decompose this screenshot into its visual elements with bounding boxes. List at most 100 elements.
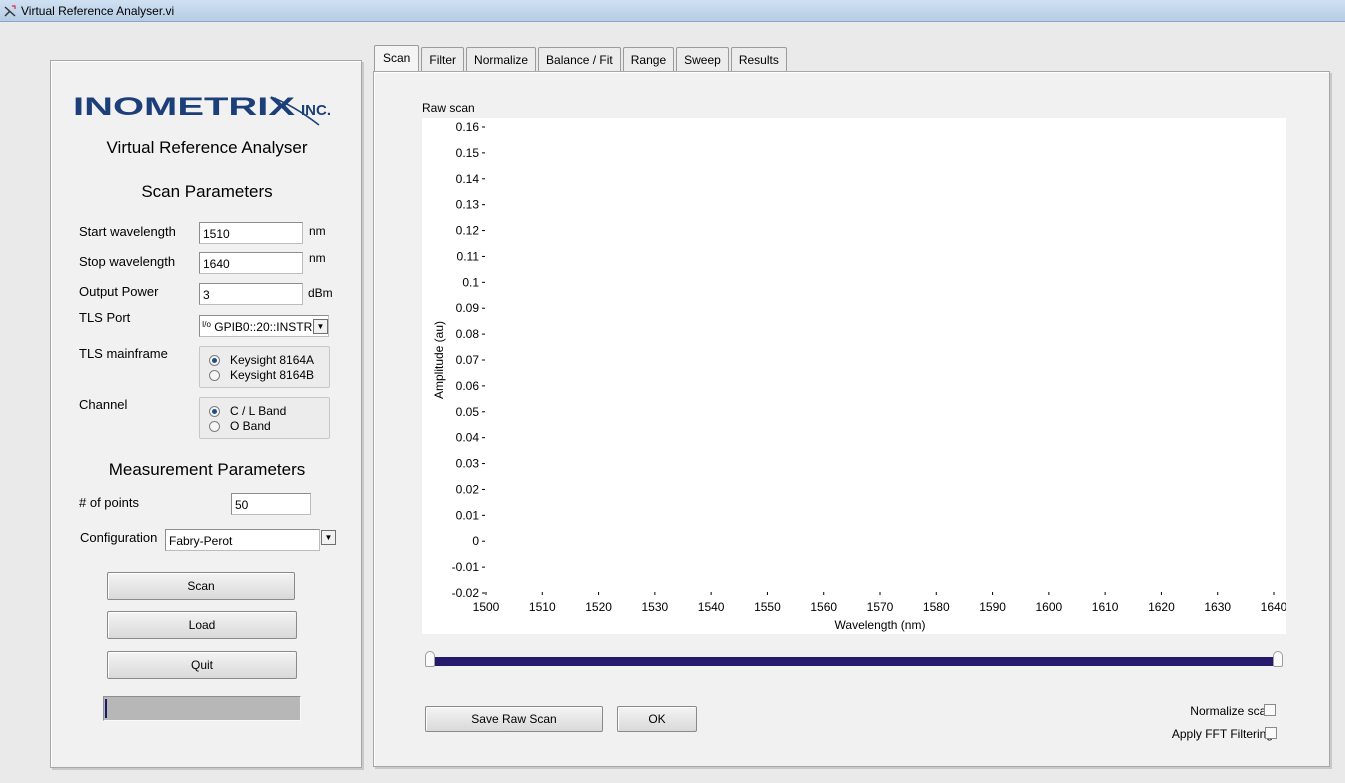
start-wavelength-unit: nm <box>309 224 326 238</box>
tab-sweep[interactable]: Sweep <box>676 47 729 72</box>
stop-wavelength-field[interactable]: 1640 <box>199 252 303 274</box>
load-button[interactable]: Load <box>107 611 297 639</box>
progress-fill <box>105 699 107 718</box>
stop-wavelength-label: Stop wavelength <box>79 254 176 269</box>
radio-8164a[interactable] <box>209 354 220 366</box>
x-tick-label: 1560 <box>810 600 837 614</box>
x-tick-label: 1630 <box>1204 600 1231 614</box>
window-title: Virtual Reference Analyser.vi <box>21 4 175 18</box>
tls-port-dropdown-icon[interactable]: ▼ <box>313 319 328 334</box>
y-tick-label: 0.05 <box>456 405 480 419</box>
y-tick-label: 0 <box>472 534 479 548</box>
y-tick-label: 0.03 <box>456 457 480 471</box>
window-titlebar: Virtual Reference Analyser.vi <box>0 0 1345 22</box>
tab-scan[interactable]: Scan <box>374 45 420 72</box>
y-tick-label: 0.1 <box>462 275 479 289</box>
range-slider-min-handle[interactable] <box>425 651 435 667</box>
apply-fft-checkbox[interactable] <box>1265 727 1277 739</box>
channel-option-label: C / L Band <box>230 404 287 418</box>
progress-bar <box>103 696 301 721</box>
configuration-select[interactable]: Fabry-Perot <box>165 529 320 551</box>
start-wavelength-label: Start wavelength <box>79 224 176 239</box>
x-tick-label: 1520 <box>585 600 612 614</box>
configuration-label: Configuration <box>80 530 158 545</box>
y-tick-label: 0.16 <box>456 120 480 134</box>
inometrix-logo: INOMETRIX INC. <box>73 93 331 126</box>
raw-scan-chart[interactable]: 0.16 0.15 0.14 0.13 0.12 0.11 0.1 0.09 0.08 0.07 0… <box>422 118 1286 634</box>
y-tick-label: 0.06 <box>456 379 480 393</box>
stop-wavelength-unit: nm <box>309 251 326 265</box>
range-slider-track[interactable] <box>430 657 1278 666</box>
y-tick-label: 0.07 <box>456 353 480 367</box>
apply-fft-label: Apply FFT Filtering <box>1171 727 1273 741</box>
scan-tab-panel: Raw scan 0.16 0.15 0.14 0.13 0.12 0.11 0.1 0.09… <box>373 71 1330 767</box>
mainframe-option-8164b[interactable]: Keysight 8164B <box>209 368 314 382</box>
channel-label: Channel <box>79 397 128 412</box>
x-tick-label: 1600 <box>1036 600 1063 614</box>
y-tick-label: 0.12 <box>456 224 480 238</box>
x-tick-label: 1540 <box>698 600 725 614</box>
logo-suffix-text: INC. <box>301 102 331 119</box>
mainframe-option-8164a[interactable]: Keysight 8164A <box>209 353 314 367</box>
x-tick-label: 1530 <box>642 600 669 614</box>
y-tick-label: 0.11 <box>457 249 480 263</box>
channel-option-cl[interactable]: C / L Band <box>209 404 286 418</box>
logo-main-text: INOMETRIX <box>73 93 295 121</box>
normalize-scan-label: Normalize scan <box>1190 704 1273 718</box>
scan-button[interactable]: Scan <box>107 572 295 600</box>
x-tick-label: 1580 <box>923 600 950 614</box>
x-tick-label: 1610 <box>1092 600 1119 614</box>
save-raw-scan-button[interactable]: Save Raw Scan <box>425 706 603 732</box>
channel-radio-group: C / L Band O Band <box>199 397 330 439</box>
tls-port-label: TLS Port <box>79 310 131 325</box>
left-control-panel: INOMETRIX INC. Virtual Reference Analyse… <box>50 60 362 768</box>
y-tick-label: -0.01 <box>452 560 480 574</box>
output-power-label: Output Power <box>79 284 159 299</box>
tab-balance-fit[interactable]: Balance / Fit <box>538 47 621 72</box>
channel-option-label: O Band <box>230 419 271 433</box>
chart-title: Raw scan <box>422 101 475 115</box>
ok-button[interactable]: OK <box>617 706 697 732</box>
x-tick-label: 1620 <box>1148 600 1175 614</box>
x-tick-label: 1510 <box>529 600 556 614</box>
channel-option-o[interactable]: O Band <box>209 419 271 433</box>
output-power-unit: dBm <box>308 286 333 300</box>
y-tick-label: 0.02 <box>456 482 480 496</box>
num-points-field[interactable]: 50 <box>231 493 311 515</box>
io-icon: I/o <box>202 320 211 329</box>
app-title: Virtual Reference Analyser <box>106 138 308 157</box>
tls-port-value: GPIB0::20::INSTR <box>214 320 313 334</box>
y-tick-label: 0.09 <box>456 301 480 315</box>
x-tick-label: 1500 <box>473 600 500 614</box>
tls-port-select[interactable]: I/o GPIB0::20::INSTR <box>199 315 329 337</box>
mainframe-option-label: Keysight 8164B <box>230 368 315 382</box>
y-tick-label: 0.04 <box>456 431 480 445</box>
measurement-parameters-heading: Measurement Parameters <box>108 460 306 479</box>
scan-parameters-heading: Scan Parameters <box>141 182 273 201</box>
mainframe-option-label: Keysight 8164A <box>230 353 315 367</box>
configuration-dropdown-icon[interactable]: ▼ <box>321 530 336 545</box>
radio-o-band[interactable] <box>209 420 220 432</box>
range-slider-max-handle[interactable] <box>1273 651 1283 667</box>
radio-cl-band[interactable] <box>209 405 220 417</box>
y-tick-label: 0.14 <box>456 172 480 186</box>
y-axis-label: Amplitude (au) <box>432 321 446 399</box>
tls-mainframe-label: TLS mainframe <box>79 346 168 361</box>
labview-vi-icon <box>4 5 16 17</box>
y-tick-label: 0.13 <box>456 198 480 212</box>
start-wavelength-field[interactable]: 1510 <box>199 222 303 244</box>
y-tick-label: 0.01 <box>456 508 480 522</box>
normalize-scan-checkbox[interactable] <box>1264 704 1276 716</box>
tab-filter[interactable]: Filter <box>421 47 465 72</box>
quit-button[interactable]: Quit <box>107 651 297 679</box>
tab-bar: Scan Filter Normalize Balance / Fit Range Swe… <box>374 45 789 72</box>
x-tick-label: 1550 <box>754 600 781 614</box>
x-tick-label: 1640 <box>1261 600 1286 614</box>
tab-results[interactable]: Results <box>730 47 787 72</box>
y-tick-label: -0.02 <box>452 586 480 600</box>
tab-range[interactable]: Range <box>622 47 675 72</box>
radio-8164b[interactable] <box>209 369 220 381</box>
x-tick-label: 1590 <box>979 600 1006 614</box>
tab-normalize[interactable]: Normalize <box>466 47 537 72</box>
output-power-field[interactable]: 3 <box>199 283 303 305</box>
